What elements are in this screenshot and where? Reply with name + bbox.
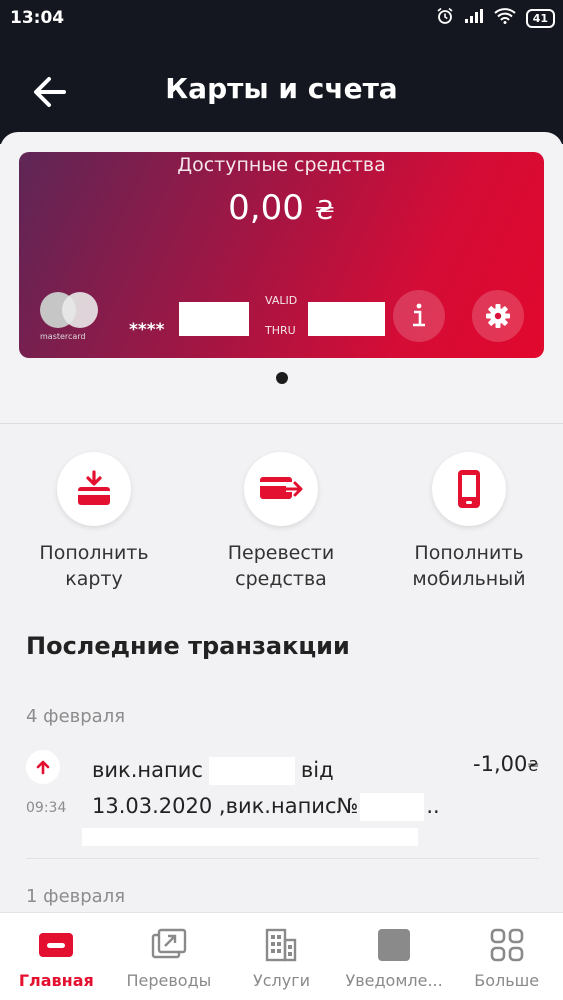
top-up-mobile-label: Пополнить мобильный xyxy=(389,540,549,592)
valid-label: VALID xyxy=(265,294,298,307)
signal-icon xyxy=(464,8,484,28)
tab-services-label: Услуги xyxy=(252,971,310,990)
top-up-card-label-line2: карту xyxy=(65,568,123,590)
tab-transfers[interactable]: Переводы xyxy=(113,913,226,1000)
transaction-desc-ellipsis: .. xyxy=(426,794,440,818)
redacted-expiry xyxy=(308,302,385,336)
gear-icon xyxy=(486,304,510,328)
tab-more-label: Больше xyxy=(474,971,540,990)
app-bar: Карты и счета xyxy=(0,38,563,144)
grid-icon xyxy=(490,928,523,962)
card-carousel[interactable]: Доступные средства 0,00 ₴ mastercard ***… xyxy=(0,132,563,424)
tab-home[interactable]: Главная xyxy=(0,913,113,1000)
transaction-description[interactable]: вик.напис від 13.03.2020 ,вик.напис№.. xyxy=(82,752,440,846)
transfer-funds-label-line2: средства xyxy=(235,568,327,590)
tab-services[interactable]: Услуги xyxy=(225,913,338,1000)
top-up-card-label: Пополнить карту xyxy=(14,540,174,592)
phone-icon xyxy=(458,470,480,508)
tab-home-label: Главная xyxy=(18,971,94,990)
card-topup-icon xyxy=(78,470,110,505)
alarm-icon xyxy=(436,7,454,29)
currency-symbol: ₴ xyxy=(314,196,335,226)
transaction-amount-value: -1,00 xyxy=(473,752,528,776)
card-settings-button[interactable] xyxy=(472,290,524,342)
redacted-card-digits xyxy=(179,302,249,336)
thru-label: THRU xyxy=(265,324,296,337)
system-icons: 41 xyxy=(436,7,555,29)
mastercard-caption: mastercard xyxy=(40,332,86,341)
status-time: 13:04 xyxy=(10,8,65,28)
mastercard-logo: mastercard xyxy=(40,292,100,344)
transaction-currency: ₴ xyxy=(527,757,539,775)
transaction-desc-part2: від xyxy=(300,758,334,782)
top-up-card-icon-circle xyxy=(57,452,131,526)
available-funds-label: Доступные средства xyxy=(177,154,386,176)
top-up-card-label-line1: Пополнить xyxy=(39,542,149,564)
card-info-button[interactable] xyxy=(393,290,445,342)
carousel-page-dot[interactable] xyxy=(276,372,288,384)
top-up-mobile-label-line2: мобильный xyxy=(412,568,526,590)
available-amount: 0,00 ₴ xyxy=(19,188,544,228)
redacted-text xyxy=(82,828,418,846)
card-transfer-icon xyxy=(260,477,304,499)
transaction-divider xyxy=(26,858,539,859)
wifi-icon xyxy=(494,8,516,28)
tab-transfers-label: Переводы xyxy=(126,971,212,990)
card-icon xyxy=(39,933,74,957)
tab-more[interactable]: Больше xyxy=(450,913,563,1000)
masked-card-number: **** xyxy=(129,320,165,340)
top-up-card-button[interactable]: Пополнить карту xyxy=(14,452,174,592)
transaction-amount: -1,00₴ xyxy=(473,752,539,776)
bank-card[interactable]: Доступные средства 0,00 ₴ mastercard ***… xyxy=(19,152,544,358)
battery-indicator: 41 xyxy=(525,8,555,28)
arrow-up-icon xyxy=(36,760,50,775)
tab-notifications-label: Уведомле... xyxy=(345,971,443,990)
top-up-mobile-label-line1: Пополнить xyxy=(414,542,524,564)
top-up-mobile-icon-circle xyxy=(432,452,506,526)
recent-transactions-title: Последние транзакции xyxy=(26,632,350,660)
redacted-text xyxy=(360,793,425,821)
info-icon xyxy=(413,303,425,327)
transfer-funds-button[interactable]: Перевести средства xyxy=(201,452,361,592)
bottom-navigation: Главная Переводы Услуги Уведомле... Боль… xyxy=(0,912,563,1000)
amount-value: 0,00 xyxy=(228,188,304,228)
transfer-funds-label: Перевести средства xyxy=(201,540,361,592)
page-title: Карты и счета xyxy=(165,72,398,105)
transaction-desc-part1: вик.напис xyxy=(92,758,203,782)
redacted-text xyxy=(208,757,295,785)
transfer-icon xyxy=(151,928,187,959)
notification-icon xyxy=(378,929,411,961)
status-bar: 13:04 41 xyxy=(0,0,563,38)
outgoing-transaction-icon xyxy=(26,750,60,784)
tab-notifications[interactable]: Уведомле... xyxy=(338,913,451,1000)
transfer-funds-icon-circle xyxy=(244,452,318,526)
top-up-mobile-button[interactable]: Пополнить мобильный xyxy=(389,452,549,592)
transaction-date-header: 1 февраля xyxy=(26,886,126,907)
transfer-funds-label-line1: Перевести xyxy=(227,542,335,564)
transaction-desc-line2: 13.03.2020 ,вик.напис№ xyxy=(92,794,359,818)
transaction-date-header: 4 февраля xyxy=(26,706,126,727)
transaction-time: 09:34 xyxy=(26,800,67,816)
building-icon xyxy=(266,928,297,962)
